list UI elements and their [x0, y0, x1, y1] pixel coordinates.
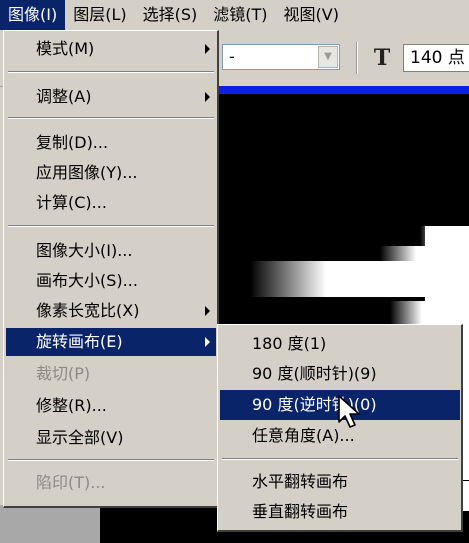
menu-item-label: 复制(D)...: [36, 133, 109, 152]
menu-item-label: 显示全部(V): [36, 428, 124, 447]
menu-item-pixel-aspect-ratio[interactable]: 像素长宽比(X): [6, 297, 216, 325]
menu-item-rotate-canvas[interactable]: 旋转画布(E): [6, 328, 216, 356]
font-style-combo[interactable]: - ▼: [222, 44, 340, 70]
menu-item-adjust[interactable]: 调整(A): [6, 83, 216, 111]
font-style-value: -: [229, 47, 235, 66]
menu-bar: 图像(I) 图层(L) 选择(S) 滤镜(T) 视图(V): [0, 0, 469, 31]
menu-item-label: 陷印(T)...: [36, 473, 106, 492]
menu-item-canvas-size[interactable]: 画布大小(S)...: [6, 267, 216, 295]
menu-separator: [8, 71, 214, 73]
menu-item-apply-image[interactable]: 应用图像(Y)...: [6, 159, 216, 187]
menu-item-label: 画布大小(S)...: [36, 271, 138, 290]
menu-item-trim[interactable]: 修整(R)...: [6, 392, 216, 420]
menu-item-duplicate[interactable]: 复制(D)...: [6, 129, 216, 157]
submenu-arrow-icon: [205, 337, 210, 347]
menu-item-crop: 裁切(P): [6, 360, 216, 388]
menu-item-reveal-all[interactable]: 显示全部(V): [6, 424, 216, 452]
menu-separator: [8, 225, 214, 227]
font-size-input[interactable]: 140 点: [403, 44, 469, 72]
menu-image[interactable]: 图像(I): [0, 0, 66, 30]
submenu-item-label: 水平翻转画布: [252, 472, 349, 491]
submenu-item-label: 垂直翻转画布: [252, 502, 349, 521]
text-size-icon: T: [373, 45, 391, 71]
menu-item-label: 修整(R)...: [36, 396, 107, 415]
mouse-pointer-icon: [338, 395, 360, 428]
canvas-graphic: [250, 261, 440, 297]
menu-separator: [222, 458, 458, 460]
toolbar-divider: [356, 42, 358, 74]
chevron-down-icon[interactable]: ▼: [318, 46, 338, 68]
menu-view[interactable]: 视图(V): [276, 0, 347, 30]
menu-item-mode[interactable]: 模式(M): [6, 35, 216, 63]
workspace-background: [0, 505, 100, 543]
menu-item-calculations[interactable]: 计算(C)...: [6, 189, 216, 217]
menu-separator: [8, 117, 214, 119]
submenu-item-rotate-90-cw[interactable]: 90 度(顺时针)(9): [220, 359, 460, 389]
submenu-item-label: 90 度(顺时针)(9): [252, 364, 377, 383]
submenu-arrow-icon: [205, 44, 210, 54]
menu-item-trap: 陷印(T)...: [6, 469, 216, 497]
menu-layer[interactable]: 图层(L): [65, 0, 134, 30]
menu-item-label: 模式(M): [36, 39, 95, 58]
menu-item-label: 调整(A): [36, 87, 92, 106]
submenu-item-flip-horizontal[interactable]: 水平翻转画布: [220, 467, 460, 497]
submenu-item-flip-vertical[interactable]: 垂直翻转画布: [220, 497, 460, 527]
menu-item-image-size[interactable]: 图像大小(I)...: [6, 237, 216, 265]
submenu-item-label: 180 度(1): [252, 334, 327, 353]
menu-item-label: 旋转画布(E): [36, 332, 123, 351]
menu-select[interactable]: 选择(S): [135, 0, 206, 30]
submenu-arrow-icon: [205, 92, 210, 102]
menu-separator: [8, 459, 214, 461]
menu-filter[interactable]: 滤镜(T): [205, 0, 275, 30]
menu-item-label: 应用图像(Y)...: [36, 163, 138, 182]
submenu-item-rotate-180[interactable]: 180 度(1): [220, 329, 460, 359]
menu-item-label: 像素长宽比(X): [36, 301, 140, 320]
menu-item-label: 图像大小(I)...: [36, 241, 133, 260]
menu-item-label: 计算(C)...: [36, 193, 107, 212]
image-menu-dropdown: 模式(M) 调整(A) 复制(D)... 应用图像(Y)... 计算(C)...…: [3, 30, 219, 508]
menu-item-label: 裁切(P): [36, 364, 91, 383]
submenu-arrow-icon: [205, 306, 210, 316]
